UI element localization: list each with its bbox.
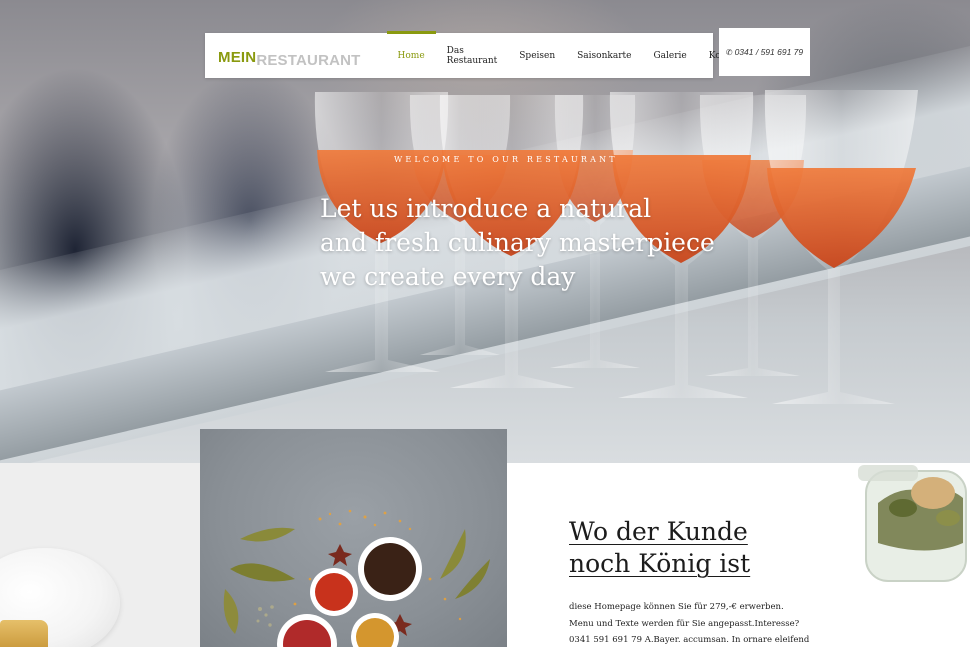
about-body: diese Homepage können Sie für 279,-€ erw… (569, 599, 819, 647)
about-title: Wo der Kunde noch König ist (569, 516, 869, 580)
about-body-line: Menu und Texte werden für Sie angepasst.… (569, 618, 800, 629)
about-body-line: diese Homepage können Sie für 279,-€ erw… (569, 602, 784, 612)
about-section: Wo der Kunde noch König ist diese Homepa… (0, 429, 970, 647)
hero-headline: Let us introduce a natural and fresh cul… (320, 192, 740, 294)
nav-item-home[interactable]: Home (386, 31, 436, 78)
nav-item-das-restaurant[interactable]: Das Restaurant (436, 33, 509, 78)
logo-part-restaurant: RESTAURANT (256, 52, 361, 69)
hero-kicker: WELCOME TO OUR RESTAURANT (394, 155, 618, 164)
jar-image (858, 465, 967, 582)
phone-contact[interactable]: ✆ 0341 / 591 691 79 (719, 28, 810, 76)
about-body-line: 0341 591 691 79 A.Bayer. accumsan. In or… (569, 635, 810, 645)
bread-shape (0, 620, 48, 647)
nav-item-saisonkarte[interactable]: Saisonkarte (566, 33, 642, 78)
nav-menu: Home Das Restaurant Speisen Saisonkarte … (386, 31, 756, 78)
plate-image (0, 463, 200, 647)
hero-headline-line: and fresh culinary masterpiece (320, 228, 715, 257)
about-title-line: noch König ist (569, 549, 751, 578)
logo-part-mein: MEIN (218, 49, 257, 66)
spices-illustration (223, 509, 490, 647)
about-title-line: Wo der Kunde (569, 517, 748, 546)
hero-headline-line: Let us introduce a natural (320, 194, 652, 223)
restaurant-logo[interactable]: MEIN RESTAURANT (218, 45, 361, 69)
nav-item-speisen[interactable]: Speisen (508, 33, 566, 78)
hero-headline-line: we create every day (320, 262, 576, 291)
main-navigation-bar: MEIN RESTAURANT Home Das Restaurant Spei… (205, 31, 744, 78)
about-text-panel: Wo der Kunde noch König ist diese Homepa… (507, 463, 970, 647)
phone-icon: ✆ (725, 47, 733, 57)
spices-image (200, 429, 507, 647)
nav-item-galerie[interactable]: Galerie (642, 33, 697, 78)
phone-number: 0341 / 591 691 79 (734, 47, 804, 57)
